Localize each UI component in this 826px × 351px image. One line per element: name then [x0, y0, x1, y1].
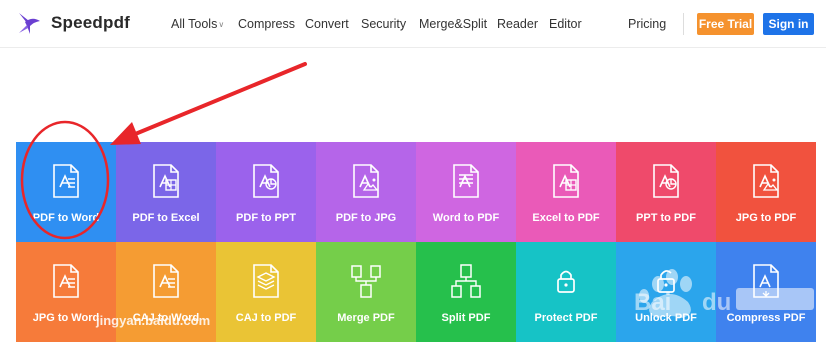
nav-merge-split[interactable]: Merge&Split — [419, 0, 487, 48]
tool-tile-label: CAJ to PDF — [235, 312, 297, 324]
tool-tile-pdf-to-excel[interactable]: PDF to Excel — [116, 142, 216, 242]
jpg-to-pdf-icon — [753, 164, 779, 198]
nav-divider — [683, 13, 684, 35]
svg-text:du: du — [702, 289, 731, 316]
tool-tile-label: JPG to PDF — [735, 212, 797, 224]
tool-tile-protect-pdf[interactable]: Protect PDF — [516, 242, 616, 342]
sign-in-button[interactable]: Sign in — [763, 13, 814, 35]
caj-to-pdf-icon — [253, 264, 279, 298]
nav-reader[interactable]: Reader — [497, 0, 538, 48]
jpg-to-word-icon — [53, 264, 79, 298]
tool-tile-label: Split PDF — [441, 312, 491, 324]
tool-tile-caj-to-pdf[interactable]: CAJ to PDF — [216, 242, 316, 342]
nav-editor[interactable]: Editor — [549, 0, 582, 48]
tool-tile-label: PDF to PPT — [236, 212, 296, 224]
free-trial-button[interactable]: Free Trial — [697, 13, 754, 35]
tool-tile-label: Protect PDF — [534, 312, 598, 324]
tool-tile-label: Merge PDF — [337, 312, 395, 324]
red-arrow-shaft — [126, 62, 307, 139]
chevron-down-icon: ∨ — [218, 20, 225, 29]
tool-tile-label: Word to PDF — [432, 212, 500, 224]
caj-to-word-icon — [153, 264, 179, 298]
tool-tile-label: PDF to Word — [32, 212, 100, 224]
ppt-to-pdf-icon — [653, 164, 679, 198]
tool-tile-label: Excel to PDF — [532, 212, 600, 224]
tool-tile-merge-pdf[interactable]: Merge PDF — [316, 242, 416, 342]
excel-to-pdf-icon — [553, 164, 579, 198]
brand-name: Speedpdf — [51, 13, 131, 32]
speedpdf-logo-icon — [19, 13, 40, 34]
tool-tile-label: PPT to PDF — [636, 212, 696, 224]
pdf-to-excel-icon — [153, 164, 179, 198]
lock-icon — [557, 270, 575, 293]
nav-security[interactable]: Security — [361, 0, 406, 48]
pdf-to-jpg-icon — [353, 164, 379, 198]
nav-pricing[interactable]: Pricing — [628, 0, 666, 48]
nav-all-tools[interactable]: All Tools∨ — [171, 0, 224, 48]
baidu-watermark-icon: Bai du — [634, 269, 814, 318]
tool-tile-label: PDF to JPG — [335, 212, 397, 224]
tool-tile-pdf-to-ppt[interactable]: PDF to PPT — [216, 142, 316, 242]
nav-compress[interactable]: Compress — [238, 0, 295, 48]
tool-tile-pdf-to-word[interactable]: PDF to Word — [16, 142, 116, 242]
pdf-to-ppt-icon — [253, 164, 279, 198]
svg-text:Bai: Bai — [634, 289, 671, 316]
brand-logo[interactable]: Speedpdf — [16, 10, 130, 36]
tool-tile-split-pdf[interactable]: Split PDF — [416, 242, 516, 342]
tool-tile-ppt-to-pdf[interactable]: PPT to PDF — [616, 142, 716, 242]
tool-tile-word-to-pdf[interactable]: Word to PDF — [416, 142, 516, 242]
merge-pdf-icon — [351, 265, 381, 298]
nav-convert[interactable]: Convert — [305, 0, 349, 48]
pdf-to-word-icon — [53, 164, 79, 198]
nav-all-tools-label: All Tools — [171, 17, 218, 31]
tool-tile-label: PDF to Excel — [132, 212, 200, 224]
tool-tile-excel-to-pdf[interactable]: Excel to PDF — [516, 142, 616, 242]
word-to-pdf-icon — [453, 164, 479, 198]
tool-tile-pdf-to-jpg[interactable]: PDF to JPG — [316, 142, 416, 242]
watermark-url: jingyan.baidu.com — [96, 313, 211, 328]
tool-tile-label: JPG to Word — [32, 312, 100, 324]
split-pdf-icon — [451, 264, 481, 298]
top-navigation-bar: Speedpdf All Tools∨ Compress Convert Sec… — [0, 0, 826, 48]
tool-tile-jpg-to-pdf[interactable]: JPG to PDF — [716, 142, 816, 242]
